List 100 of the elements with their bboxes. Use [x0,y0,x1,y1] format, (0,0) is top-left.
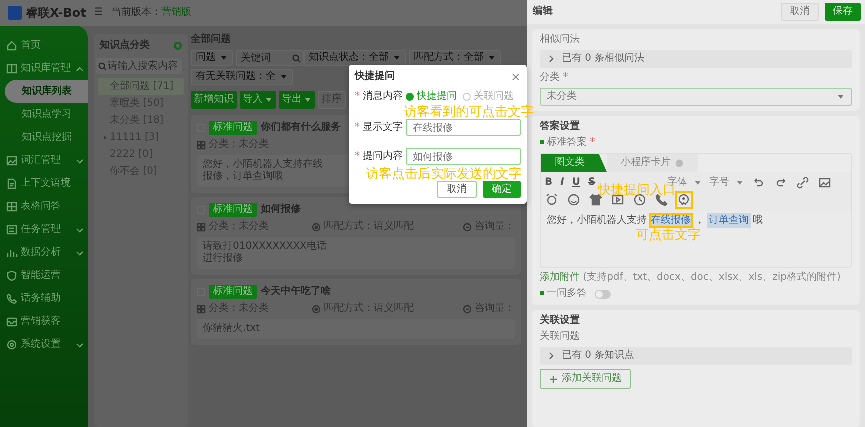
attachment-note: 添加附件 (支持pdf、txt、docx、doc、xlsx、xls、zip格式的附件) [540,272,842,284]
input-field[interactable]: 在线报修 [406,119,521,136]
caret-icon [220,54,228,62]
sidebar-item[interactable]: 词汇管理 [0,149,88,172]
format-button[interactable]: B [545,177,553,189]
search-field[interactable]: 请输入搜索内容 [96,58,182,74]
search-field[interactable]: 关键词 [236,50,304,66]
document-icon [6,178,18,190]
sidebar-subitem[interactable]: 知识点挖掘 [0,126,88,149]
field-label: 分类 * [540,72,570,84]
quick-ask-icon[interactable] [675,191,693,209]
toolbar-button[interactable]: 导出 [279,91,315,109]
add-button[interactable]: 添加关联问题 [540,369,631,389]
sidebar-item[interactable]: 营销获客 [0,310,88,333]
home-icon [6,40,18,52]
format-button[interactable]: S [588,177,596,189]
editor-tab[interactable]: 图文类 [541,154,607,172]
field-label: 一问多答 [540,288,587,300]
question-tag: 标准问题 [209,203,257,217]
caret-icon [736,179,744,187]
field-label: 标准答案 * [540,137,852,149]
toolbar-select[interactable]: 字号 [710,177,744,189]
version-text: 当前版本：营销版 [111,7,192,19]
answer-text: 请致打010XXXXXXXX电话进行报修 [203,241,328,265]
format-button[interactable]: I [560,177,564,189]
close-button[interactable]: × [510,71,521,83]
sidebar-item[interactable]: 智能运营 [0,264,88,287]
panel-title: 知识点分类 [100,40,150,52]
question-tag: 标准问题 [209,121,257,135]
confirm-button[interactable]: 确定 [483,181,521,198]
sidebar-item[interactable]: 上下文语境 [0,172,88,195]
phone-icon [6,292,18,304]
clickable-link[interactable]: 订单查询 [707,213,751,228]
modal-title: 快捷提问 [355,71,395,83]
caret-icon [393,54,401,62]
section-title: 关联设置 [540,315,581,327]
radio-button[interactable] [463,93,471,101]
toolbar-button[interactable]: 新增知识 [191,91,237,109]
filter-select[interactable]: 匹配方式：全部 [409,50,501,66]
sidebar-item[interactable]: 任务管理 [0,218,88,241]
sidebar-item[interactable]: 系统设置 [0,333,88,356]
caret-icon [280,73,288,81]
caret-icon [488,54,496,62]
field-label: 相似问法 [540,34,581,46]
sidebar-item[interactable]: 数据分析 [0,241,88,264]
question-title: 如何报修 [261,204,301,216]
radio-label[interactable]: 快捷提问 [417,91,457,103]
input-field[interactable]: 如何报修 [406,148,521,165]
annotation-text: 访客看到的可点击文字 [404,106,534,119]
field-label: * 提问内容 [355,150,403,162]
attachment-link[interactable]: 添加附件 [540,272,580,283]
list-icon [6,224,18,236]
question-tag: 标准问题 [209,285,257,299]
toolbar-button[interactable]: 导入 [240,91,276,109]
drawer-title: 编辑 [533,6,553,18]
field-label: * 消息内容 [355,91,403,103]
plus-icon [549,374,558,384]
radio-button[interactable] [406,93,414,101]
chat-icon [463,222,472,232]
sidebar-item[interactable]: 知识库管理 [0,57,88,80]
sidebar-subitem[interactable]: 知识库列表 [5,80,88,103]
save-button[interactable]: 保存 [825,3,861,21]
image-icon [6,154,18,166]
sidebar-item[interactable]: 话务辅助 [0,287,88,310]
field-label: 关联问题 [540,331,581,343]
filter-select[interactable]: 有无关联问题：全 [191,69,293,85]
book-icon [6,62,18,74]
editor-tab[interactable]: 小程序卡片 [607,154,698,172]
cancel-button[interactable]: 取消 [781,3,819,21]
sidebar-item[interactable]: 表格问答 [0,195,88,218]
info-icon [675,158,684,168]
logo-text: 睿联X-Bot [26,6,86,20]
format-button[interactable]: U [572,177,580,189]
chat-icon [463,304,472,314]
toggle-switch[interactable] [595,290,611,298]
question-title: 今天中午吃了啥 [261,286,331,298]
sidebar-subitem[interactable]: 知识点学习 [0,103,88,126]
question-title: 你们都有什么服务 [261,122,341,134]
clickable-link[interactable]: 在线报修 [649,213,693,228]
menu-toggle[interactable]: ☰ [94,7,104,19]
filter-select[interactable]: 知识点状态：全部 [304,50,406,66]
annotation-text: 可点击文字 [636,229,701,242]
radio-label[interactable]: 关联问题 [474,91,514,103]
collapse-row[interactable]: 已有 0 条相似问法 [540,50,852,68]
category-select[interactable]: 未分类 [540,88,852,106]
collapse-row[interactable]: 已有 0 条知识点 [540,347,852,365]
sidebar-item[interactable]: 首页 [0,34,88,57]
filter-select[interactable]: 问题 [191,50,233,66]
gear-icon [6,338,18,350]
logo-icon [8,6,22,20]
category-icon [197,222,206,232]
target-icon [312,222,321,232]
answer-text: 您好，小陌机器人支持在线报修，订单查询哦 [203,159,324,183]
caret-icon [694,179,702,187]
category-icon [197,140,206,150]
table-icon [6,200,18,212]
section-title: 答案设置 [540,121,581,133]
cancel-button[interactable]: 取消 [437,181,477,198]
tray-icon [6,316,18,328]
annotation-text: 访客点击后实际发送的文字 [366,168,522,181]
